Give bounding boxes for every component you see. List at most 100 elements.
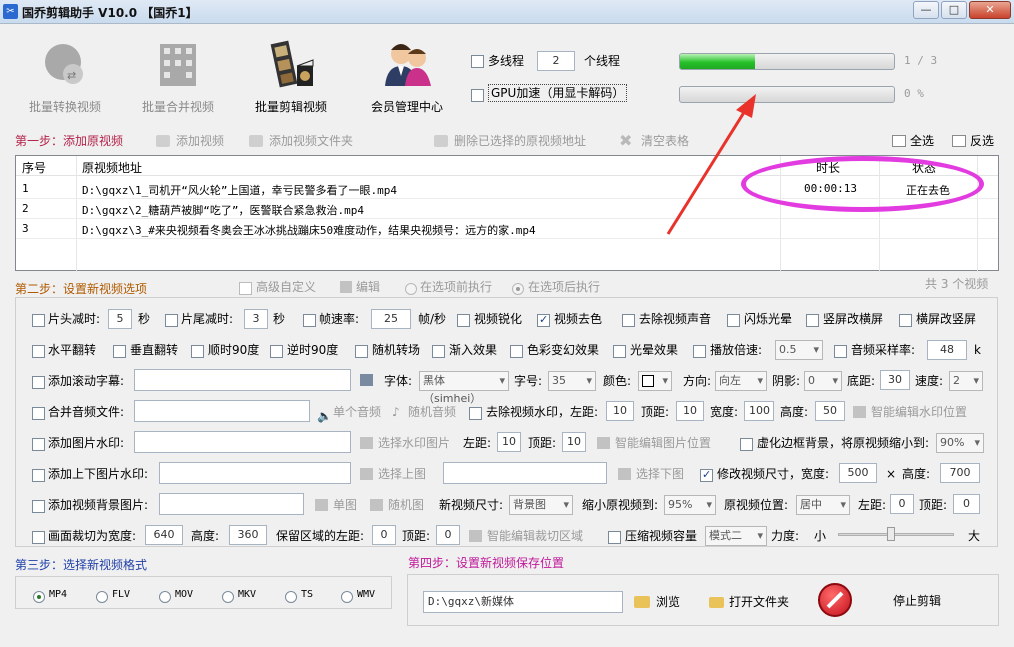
wm-height-input[interactable]: 50 [815,401,845,421]
format-mov-radio[interactable]: MOV [159,588,193,608]
top-bottom-img-checkbox[interactable] [32,468,45,482]
wm-left-input[interactable]: 10 [606,401,634,421]
rand-trans-checkbox[interactable] [355,344,368,358]
browse-button[interactable]: 浏览 [634,592,680,612]
img-watermark-input[interactable] [134,431,351,453]
img-left-input[interactable]: 10 [497,432,521,452]
select-top-image-button[interactable]: 选择上图 [360,464,426,484]
gpu-checkbox[interactable] [471,88,484,102]
stop-edit-button[interactable]: 停止剪辑 [893,591,941,611]
single-audio-button[interactable]: 🔈 单个音频 [317,402,381,423]
crop-height-input[interactable]: 360 [229,525,267,545]
font-select[interactable]: 黑体（simhei） [419,371,509,405]
add-folder-button[interactable]: 添加视频文件夹 [249,131,353,151]
random-audio-button[interactable]: ♪ 随机音频 [392,402,456,422]
font-size-select[interactable]: 35 [548,371,596,391]
format-mp4-radio[interactable]: MP4 [33,588,67,608]
multithread-checkbox[interactable] [471,54,484,68]
mute-checkbox[interactable] [622,313,635,327]
pos-top-input[interactable]: 0 [953,494,980,514]
smart-crop-button[interactable]: 智能编辑裁切区域 [469,526,583,546]
edit-button[interactable]: 编辑 [340,277,380,297]
bottom-image-input[interactable] [443,462,607,484]
font-settings-icon[interactable] [360,374,373,386]
minimize-button[interactable]: — [913,1,939,19]
speed-select[interactable]: 0.5 [775,340,823,360]
wm-width-input[interactable]: 100 [744,401,774,421]
fps-checkbox[interactable] [303,313,316,327]
hflip-checkbox[interactable] [32,344,45,358]
close-button[interactable]: ✕ [969,1,1011,19]
cw90-checkbox[interactable] [191,344,204,358]
decolor-checkbox[interactable] [537,313,550,327]
stop-icon[interactable] [818,583,852,617]
flash-checkbox[interactable] [727,313,740,327]
img-watermark-checkbox[interactable] [32,437,45,451]
color-fx-checkbox[interactable] [510,344,523,358]
img-top-input[interactable]: 10 [562,432,586,452]
remove-watermark-checkbox[interactable] [469,406,482,420]
ccw90-checkbox[interactable] [270,344,283,358]
output-path-input[interactable]: D:\gqxz\新媒体 [423,591,623,613]
pos-left-input[interactable]: 0 [890,494,914,514]
wm-top-input[interactable]: 10 [676,401,704,421]
add-video-button[interactable]: 添加视频 [156,131,224,151]
bottom-margin-input[interactable]: 30 [880,370,910,390]
scroll-sub-input[interactable] [134,369,351,391]
select-bottom-image-button[interactable]: 选择下图 [618,464,684,484]
open-folder-button[interactable]: 打开文件夹 [709,592,789,612]
invert-select-button[interactable]: 反选 [952,131,994,151]
smart-image-button[interactable]: 智能编辑图片位置 [597,433,711,453]
scroll-sub-checkbox[interactable] [32,375,45,389]
format-mkv-radio[interactable]: MKV [222,588,256,608]
halo-checkbox[interactable] [613,344,626,358]
compress-mode-select[interactable]: 模式二 [705,526,767,546]
force-slider[interactable] [838,527,954,541]
resize-checkbox[interactable] [700,468,713,482]
single-image-button[interactable]: 单图 [315,495,357,515]
batch-merge-button[interactable]: 批量合并视频 [123,36,233,115]
delete-selected-button[interactable]: 删除已选择的原视频地址 [434,131,586,151]
select-wm-image-button[interactable]: 选择水印图片 [360,433,450,453]
format-flv-radio[interactable]: FLV [96,588,130,608]
format-wmv-radio[interactable]: WMV [341,588,375,608]
before-radio[interactable] [405,281,417,295]
batch-convert-button[interactable]: ⇄ 批量转换视频 [10,36,120,115]
member-center-button[interactable]: 会员管理中心 [352,36,462,115]
after-radio[interactable] [512,281,524,295]
crop-width-input[interactable]: 640 [145,525,183,545]
position-select[interactable]: 居中 [796,495,850,515]
direction-select[interactable]: 向左 [715,371,767,391]
crop-left-input[interactable]: 0 [372,525,396,545]
head-cut-input[interactable]: 5 [108,309,132,329]
select-all-button[interactable]: 全选 [892,131,934,151]
format-ts-radio[interactable]: TS [285,588,313,608]
merge-audio-checkbox[interactable] [32,406,45,420]
crop-top-input[interactable]: 0 [436,525,460,545]
maximize-button[interactable]: □ [941,1,967,19]
audio-file-input[interactable] [134,400,310,422]
head-cut-checkbox[interactable] [32,313,45,327]
shrink-select[interactable]: 95% [664,495,716,515]
blur-scale-select[interactable]: 90% [936,433,984,453]
bg-image-input[interactable] [159,493,304,515]
smart-watermark-button[interactable]: 智能编辑水印位置 [853,402,967,422]
fps-input[interactable]: 25 [371,309,411,329]
top-image-input[interactable] [159,462,351,484]
resize-width-input[interactable]: 500 [839,463,877,483]
compress-checkbox[interactable] [608,530,621,544]
tail-cut-checkbox[interactable] [165,313,178,327]
sharpen-checkbox[interactable] [457,313,470,327]
blur-bg-checkbox[interactable] [740,437,753,451]
samplerate-input[interactable]: 48 [927,340,967,360]
font-color-select[interactable] [638,371,672,391]
shadow-select[interactable]: 0 [804,371,842,391]
vflip-checkbox[interactable] [113,344,126,358]
tail-cut-input[interactable]: 3 [244,309,268,329]
batch-edit-button[interactable]: 批量剪辑视频 [236,36,346,115]
speed-checkbox[interactable] [693,344,706,358]
scroll-speed-select[interactable]: 2 [949,371,983,391]
advanced-checkbox[interactable] [239,281,252,295]
resize-height-input[interactable]: 700 [940,463,980,483]
v2h-checkbox[interactable] [806,313,819,327]
